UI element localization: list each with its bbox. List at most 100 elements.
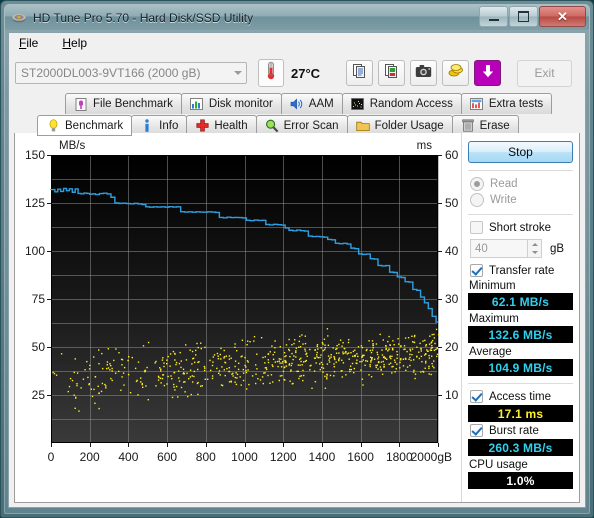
y-tick-label: 25 xyxy=(32,388,46,402)
y2-tick-label: 20 xyxy=(445,340,459,354)
spinner-up-icon[interactable] xyxy=(531,242,538,246)
short-stroke-input[interactable]: 40 xyxy=(470,239,528,258)
chevron-down-icon xyxy=(229,63,246,83)
tab-random-access[interactable]: Random Access xyxy=(341,93,462,114)
short-stroke-spinner[interactable] xyxy=(528,239,542,258)
spinner-down-icon[interactable] xyxy=(531,251,538,255)
screenshot-button[interactable] xyxy=(410,60,438,86)
cpu-usage-label: CPU usage xyxy=(469,459,528,471)
tab-label: Disk monitor xyxy=(208,98,273,110)
x-tick-label: 1800 xyxy=(386,450,413,464)
benchmark-sidebar: Stop Read Write Short stroke 40 gB Trans… xyxy=(461,133,579,502)
tab-label: Benchmark xyxy=(65,119,124,132)
tab-row-secondary: File Benchmark Disk monitor AAM Random A… xyxy=(13,93,581,114)
checkbox-burst-rate-indicator xyxy=(470,424,483,437)
tab-label: AAM xyxy=(308,98,334,110)
tab-benchmark[interactable]: Benchmark xyxy=(37,115,133,136)
average-label: Average xyxy=(469,346,512,358)
chart-canvas: 2550751001251501020304050600 200 400 600 800… xyxy=(25,140,459,464)
file-benchmark-icon xyxy=(74,97,88,111)
x-tick-label: 200 xyxy=(80,450,100,464)
maximize-icon xyxy=(518,11,529,22)
info-icon xyxy=(140,118,154,133)
y-tick-label: 125 xyxy=(25,196,45,210)
tab-label: Error Scan xyxy=(283,119,339,132)
close-icon: ✕ xyxy=(557,8,568,24)
x-tick-label: 600 xyxy=(157,450,177,464)
short-stroke-stepper[interactable]: 40 gB xyxy=(470,239,573,258)
checkbox-transfer-rate-label: Transfer rate xyxy=(489,264,555,277)
y-axis-caption: MB/s xyxy=(59,140,85,152)
checkbox-short-stroke[interactable]: Short stroke xyxy=(470,221,573,234)
minimum-value: 62.1 MB/s xyxy=(468,293,573,310)
stop-button[interactable]: Stop xyxy=(468,141,573,163)
copy-icon xyxy=(352,63,368,84)
coins-button[interactable] xyxy=(442,60,470,86)
app-window: HD Tune Pro 5.70 - Hard Disk/SSD Utility… xyxy=(0,0,594,518)
tab-label: Health xyxy=(214,119,248,132)
close-button[interactable]: ✕ xyxy=(539,6,586,27)
disk-monitor-icon xyxy=(190,97,204,111)
checkbox-burst-rate[interactable]: Burst rate xyxy=(470,424,573,437)
tab-label: Folder Usage xyxy=(374,119,444,132)
drive-select[interactable]: ST2000DL003-9VT166 (2000 gB) xyxy=(15,62,247,84)
x-tick-label: 1200 xyxy=(270,450,297,464)
tab-label: Random Access xyxy=(369,98,453,110)
toolbar-buttons xyxy=(346,60,502,86)
x-tick-label: 1400 xyxy=(309,450,336,464)
copy-image-icon xyxy=(384,63,400,84)
x-tick-label: 1000 xyxy=(231,450,258,464)
download-button[interactable] xyxy=(474,60,502,86)
y-tick-label: 75 xyxy=(32,292,46,306)
toolbar: ST2000DL003-9VT166 (2000 gB) 27°C Exit xyxy=(9,53,585,93)
checkbox-burst-rate-label: Burst rate xyxy=(489,424,539,437)
title-bar: HD Tune Pro 5.70 - Hard Disk/SSD Utility… xyxy=(5,5,589,30)
copy-image-button[interactable] xyxy=(378,60,406,86)
tab-label: Extra tests xyxy=(488,98,544,110)
tab-bars: File Benchmark Disk monitor AAM Random A… xyxy=(9,93,585,137)
radio-read-indicator xyxy=(470,177,484,191)
checkbox-access-time-label: Access time xyxy=(489,390,551,403)
divider xyxy=(468,383,573,384)
window-controls: ✕ xyxy=(479,6,586,27)
tab-file-benchmark[interactable]: File Benchmark xyxy=(65,93,182,114)
checkbox-transfer-rate[interactable]: Transfer rate xyxy=(470,264,573,277)
y-tick-label: 150 xyxy=(25,148,45,162)
x-tick-label: 400 xyxy=(118,450,138,464)
health-icon xyxy=(195,119,209,133)
radio-read[interactable]: Read xyxy=(470,177,573,191)
y2-tick-label: 40 xyxy=(445,244,459,258)
menu-help[interactable]: Help xyxy=(58,35,91,51)
folder-icon xyxy=(355,119,370,133)
y2-tick-label: 30 xyxy=(445,292,459,306)
minimum-label: Minimum xyxy=(469,280,516,292)
x-tick-label: 0 xyxy=(48,450,55,464)
radio-write[interactable]: Write xyxy=(470,193,573,207)
tab-disk-monitor[interactable]: Disk monitor xyxy=(180,93,282,114)
minimize-button[interactable] xyxy=(479,6,508,27)
minimize-icon xyxy=(488,18,499,21)
y2-axis-caption: ms xyxy=(417,140,433,152)
copy-button[interactable] xyxy=(346,60,374,86)
average-value: 104.9 MB/s xyxy=(468,359,573,376)
y2-tick-label: 50 xyxy=(445,196,459,210)
tab-aam[interactable]: AAM xyxy=(280,93,343,114)
bulb-icon xyxy=(46,118,60,133)
tab-extra-tests[interactable]: Extra tests xyxy=(460,93,553,114)
burst-rate-value: 260.3 MB/s xyxy=(468,439,573,456)
checkbox-transfer-rate-indicator xyxy=(470,264,483,277)
menu-file[interactable]: File xyxy=(15,35,42,51)
coins-icon xyxy=(448,63,464,84)
x-tick-label: 800 xyxy=(196,450,216,464)
exit-button-label: Exit xyxy=(534,66,555,80)
benchmark-chart: 25 50 75 100 125 150 10 20 30 40 50 60 0 200 400 600 800… xyxy=(15,133,467,502)
drive-select-value: ST2000DL003-9VT166 (2000 gB) xyxy=(21,66,201,80)
menu-bar: File Help xyxy=(9,33,585,53)
speaker-icon xyxy=(290,97,304,111)
radio-read-label: Read xyxy=(490,178,518,190)
trash-icon xyxy=(461,119,475,133)
exit-button[interactable]: Exit xyxy=(517,59,573,87)
maximize-button[interactable] xyxy=(509,6,538,27)
thermometer-icon xyxy=(264,61,278,86)
checkbox-access-time[interactable]: Access time xyxy=(470,390,573,403)
